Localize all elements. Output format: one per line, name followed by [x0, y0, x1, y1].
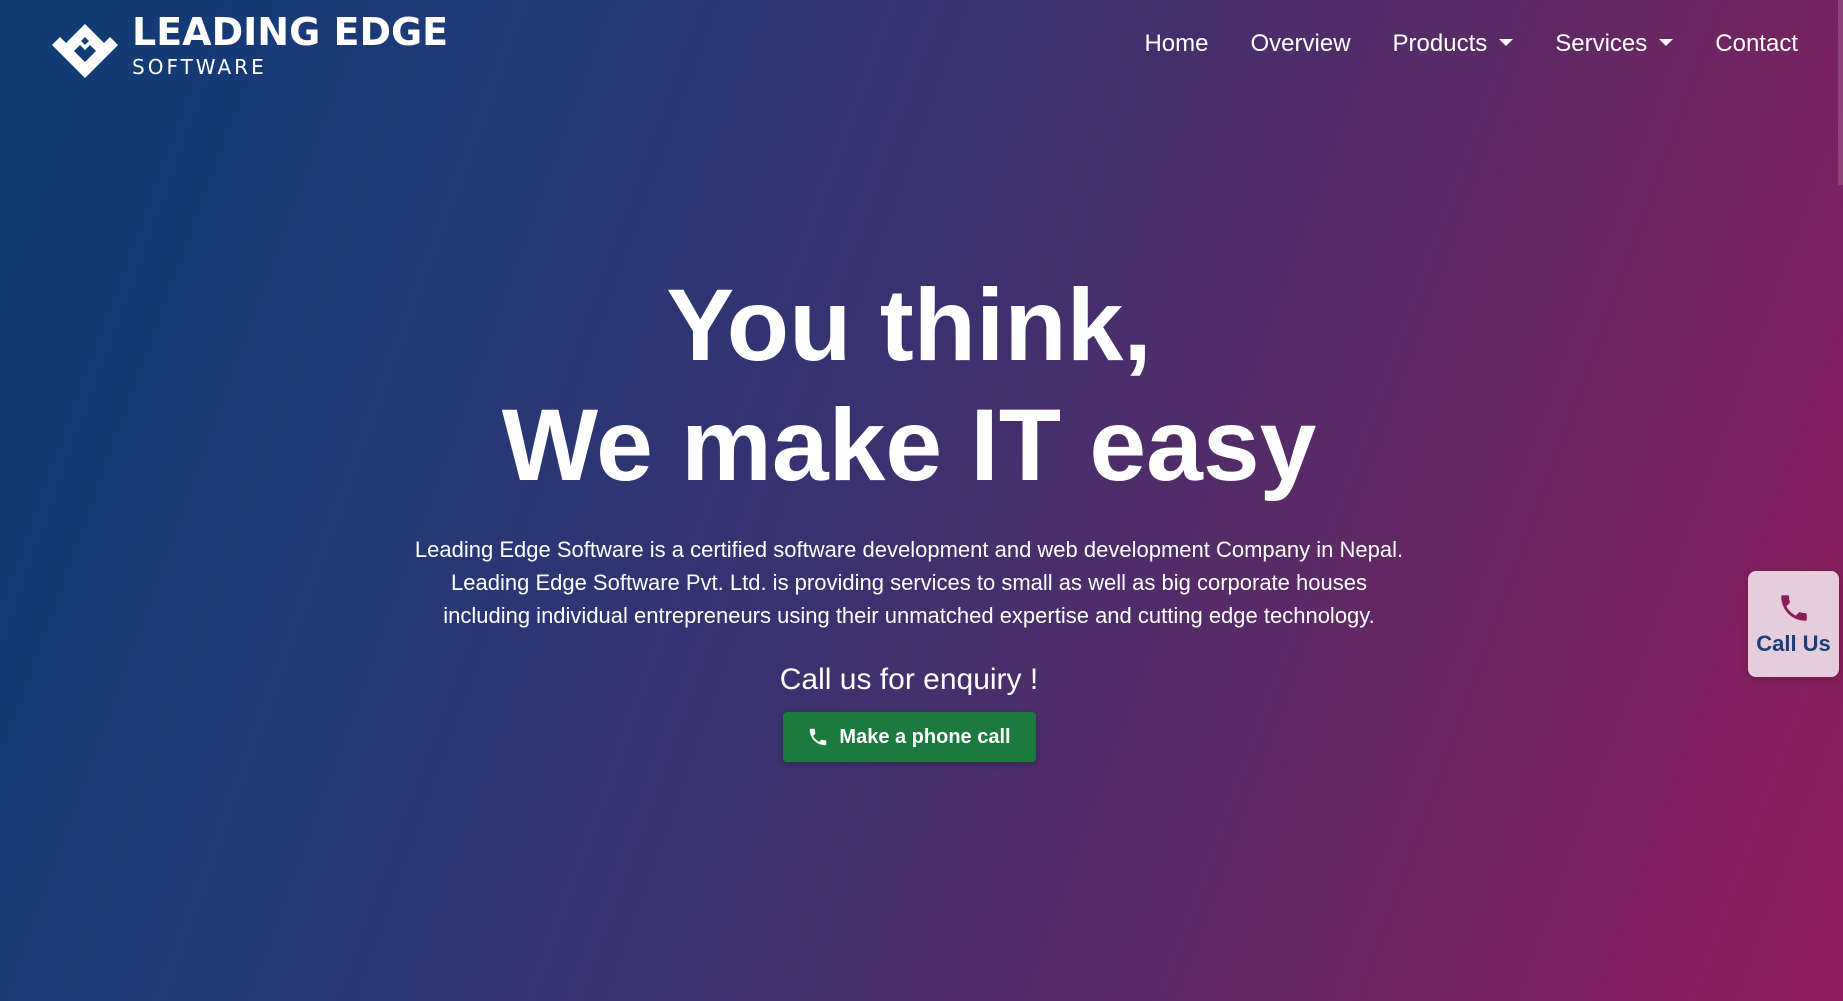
- floating-call-us-label: Call Us: [1756, 631, 1831, 656]
- nav-item-home[interactable]: Home: [1144, 30, 1208, 58]
- scrollbar-thumb[interactable]: [1838, 0, 1843, 185]
- brand-logo-link[interactable]: LEADING EDGE SOFTWARE: [50, 10, 448, 80]
- nav-item-overview[interactable]: Overview: [1251, 30, 1351, 58]
- diamond-logo-icon: [52, 12, 118, 78]
- navbar: LEADING EDGE SOFTWARE Home Overview Prod…: [0, 0, 1843, 92]
- hero-headline: You think, We make IT easy: [0, 265, 1818, 505]
- hero-content: You think, We make IT easy Leading Edge …: [0, 265, 1818, 762]
- headline-line-2: We make IT easy: [501, 388, 1317, 502]
- brand-subtitle: SOFTWARE: [132, 55, 267, 79]
- nav-item-contact[interactable]: Contact: [1715, 30, 1798, 58]
- nav-item-products[interactable]: Products: [1393, 30, 1514, 58]
- hero-section: LEADING EDGE SOFTWARE Home Overview Prod…: [0, 0, 1843, 1001]
- nav-item-label: Overview: [1250, 30, 1351, 57]
- floating-call-us-button[interactable]: Call Us: [1748, 571, 1839, 677]
- chevron-down-icon: [1499, 38, 1514, 46]
- make-phone-call-label: Make a phone call: [839, 725, 1011, 748]
- hero-description: Leading Edge Software is a certified sof…: [414, 537, 1404, 628]
- nav-item-label: Contact: [1715, 30, 1798, 57]
- nav-menu: Home Overview Products Services Contact: [1102, 30, 1798, 58]
- nav-item-label: Services: [1555, 30, 1648, 57]
- nav-item-label: Products: [1392, 30, 1488, 57]
- make-phone-call-button[interactable]: Make a phone call: [782, 712, 1036, 762]
- phone-icon: [810, 728, 827, 746]
- nav-item-services[interactable]: Services: [1555, 30, 1674, 58]
- nav-item-label: Home: [1144, 30, 1209, 57]
- brand-name: LEADING EDGE: [132, 10, 449, 54]
- phone-icon: [1780, 595, 1807, 621]
- headline-line-1: You think,: [666, 268, 1152, 382]
- enquiry-text: Call us for enquiry !: [779, 663, 1039, 696]
- chevron-down-icon: [1659, 38, 1674, 46]
